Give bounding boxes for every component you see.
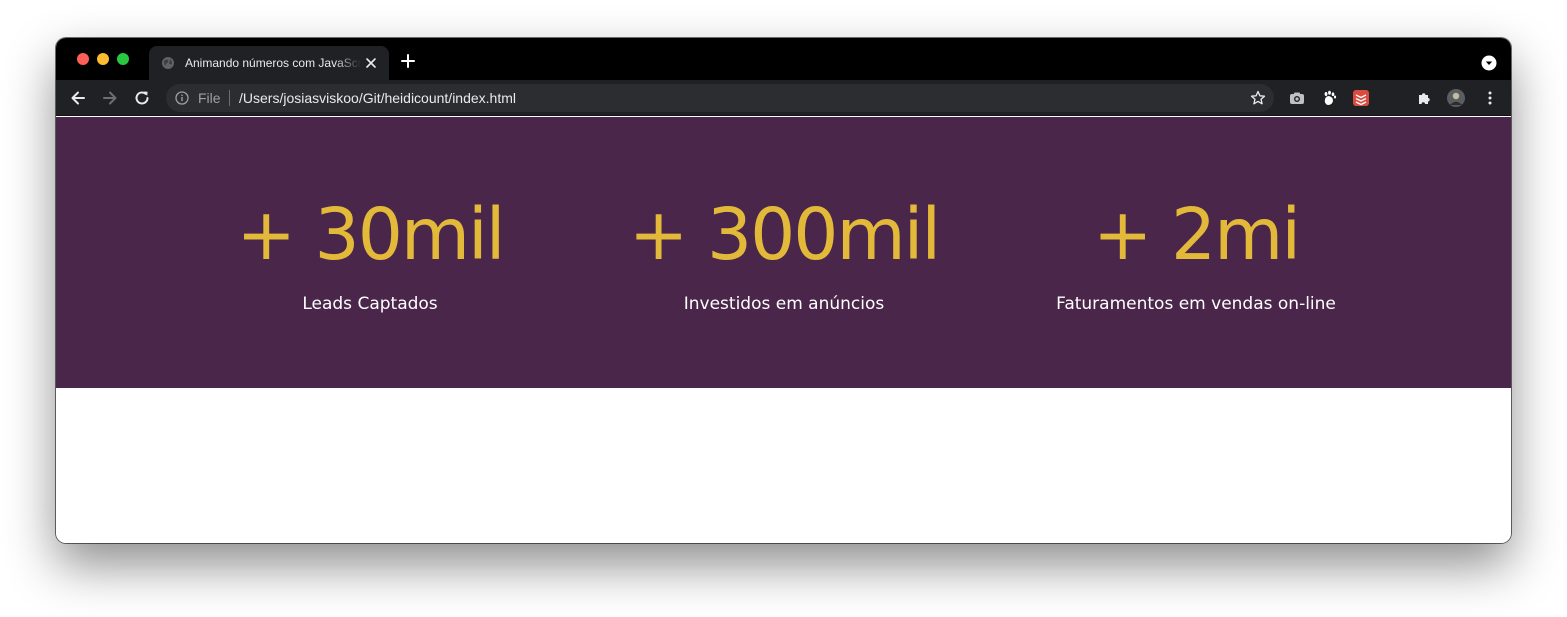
url-text[interactable]: /Users/josiasviskoo/Git/heidicount/index… [239, 90, 516, 106]
close-window-button[interactable] [77, 53, 89, 65]
stat-label: Faturamentos em vendas on-line [1056, 294, 1336, 314]
stat-revenue: + 2mi Faturamentos em vendas on-line [996, 195, 1396, 315]
address-bar[interactable]: File /Users/josiasviskoo/Git/heidicount/… [166, 84, 1274, 112]
stat-value: + 300mil [628, 193, 941, 276]
scheme-label: File [198, 90, 221, 106]
profile-avatar-icon[interactable] [1447, 89, 1465, 107]
close-tab-icon[interactable] [365, 57, 377, 69]
stat-label: Leads Captados [302, 294, 438, 314]
forward-arrow-icon[interactable] [101, 89, 119, 107]
browser-window: Animando números com JavaScript File /Us… [56, 38, 1511, 543]
new-tab-icon[interactable] [401, 54, 415, 68]
more-menu-icon[interactable] [1482, 90, 1498, 106]
address-divider [229, 90, 230, 106]
gnome-paw-icon[interactable] [1321, 90, 1337, 106]
todoist-icon[interactable] [1353, 90, 1369, 106]
tab-search-icon[interactable] [1481, 55, 1497, 71]
stat-label: Investidos em anúncios [683, 294, 885, 314]
stat-value: + 30mil [236, 193, 505, 276]
minimize-window-button[interactable] [97, 53, 109, 65]
browser-toolbar: File /Users/josiasviskoo/Git/heidicount/… [56, 80, 1511, 116]
page-viewport: + 30mil Leads Captados + 300mil Investid… [56, 117, 1511, 543]
stat-value: + 2mi [1092, 193, 1301, 276]
browser-tab[interactable]: Animando números com JavaScript [149, 46, 389, 80]
stat-leads: + 30mil Leads Captados [170, 195, 570, 315]
stat-investment: + 300mil Investidos em anúncios [584, 195, 984, 315]
bookmark-star-icon[interactable] [1250, 90, 1266, 106]
tab-title: Animando números com JavaScript [185, 56, 361, 70]
back-arrow-icon[interactable] [69, 89, 87, 107]
tab-strip: Animando números com JavaScript [56, 38, 1511, 80]
globe-icon [162, 57, 174, 69]
zoom-window-button[interactable] [117, 53, 129, 65]
puzzle-extensions-icon[interactable] [1417, 90, 1433, 106]
reload-icon[interactable] [133, 89, 151, 107]
camera-icon[interactable] [1289, 90, 1305, 106]
site-info-icon[interactable] [175, 91, 189, 105]
stats-banner: + 30mil Leads Captados + 300mil Investid… [56, 117, 1511, 388]
